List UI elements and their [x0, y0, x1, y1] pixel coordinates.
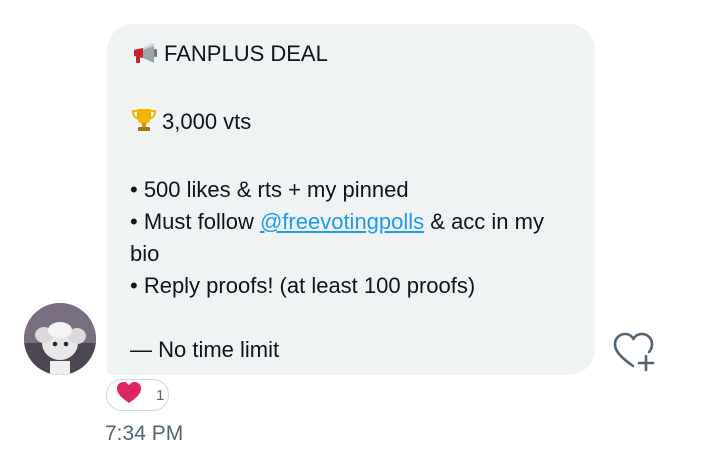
mention-link[interactable]: @freevotingpolls: [260, 209, 424, 234]
reaction-count: 1: [156, 386, 165, 404]
sender-avatar[interactable]: [24, 303, 96, 375]
message-footer: — No time limit: [130, 337, 280, 362]
message-bubble[interactable]: FANPLUS DEAL 3,000 vts • 500 likes & rts…: [107, 24, 595, 375]
message-title-line: FANPLUS DEAL: [130, 38, 573, 74]
message-prize: 3,000 vts: [162, 109, 252, 134]
bullet-must-follow: • Must follow @freevotingpolls & acc in …: [130, 206, 573, 270]
message-prize-line: 3,000 vts: [130, 106, 573, 142]
loudspeaker-icon: [130, 41, 160, 74]
add-reaction-button[interactable]: [610, 328, 660, 374]
trophy-icon: [130, 107, 158, 142]
bullet-likes-rts: • 500 likes & rts + my pinned: [130, 177, 409, 202]
reaction-pill[interactable]: 1: [106, 379, 169, 411]
bullet-must-follow-prefix: • Must follow: [130, 209, 260, 234]
bullet-reply-proofs: • Reply proofs! (at least 100 proofs): [130, 273, 476, 298]
message-title: FANPLUS DEAL: [164, 41, 328, 66]
heart-plus-icon: [613, 332, 655, 372]
heart-icon: [116, 381, 142, 409]
message-timestamp: 7:34 PM: [105, 422, 184, 445]
avatar-image: [24, 303, 96, 375]
